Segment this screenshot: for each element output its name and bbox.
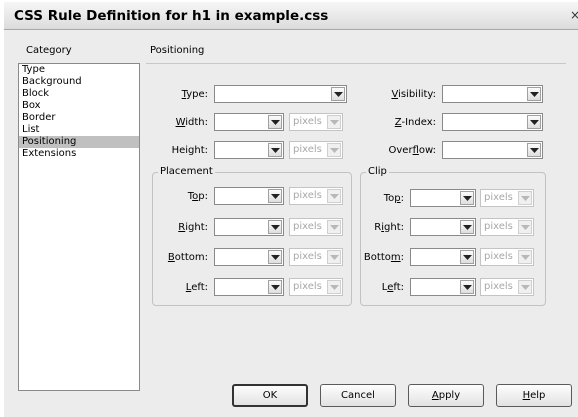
chevron-down-icon xyxy=(518,250,532,264)
placement-top-select[interactable] xyxy=(214,187,284,205)
type-select[interactable] xyxy=(214,85,347,103)
category-item-background[interactable]: Background xyxy=(19,76,139,88)
chevron-down-icon xyxy=(327,250,341,264)
placement-legend: Placement xyxy=(158,166,215,177)
chevron-down-icon[interactable] xyxy=(268,250,282,264)
close-icon[interactable]: × xyxy=(570,8,578,22)
clip-legend: Clip xyxy=(366,166,389,177)
type-label: Type: xyxy=(181,89,208,100)
category-item-box[interactable]: Box xyxy=(19,100,139,112)
chevron-down-icon[interactable] xyxy=(268,115,282,129)
clip-right-label: Right: xyxy=(374,222,404,233)
chevron-down-icon xyxy=(327,220,341,234)
width-select[interactable] xyxy=(214,113,284,131)
chevron-down-icon xyxy=(327,143,341,157)
clip-left-unit-select: pixels xyxy=(480,278,534,296)
height-label: Height: xyxy=(171,145,208,156)
category-item-list[interactable]: List xyxy=(19,124,139,136)
category-item-positioning[interactable]: Positioning xyxy=(19,136,139,148)
zindex-select[interactable] xyxy=(442,113,543,131)
category-item-border[interactable]: Border xyxy=(19,112,139,124)
chevron-down-icon[interactable] xyxy=(268,220,282,234)
overflow-label: Overflow: xyxy=(388,145,437,156)
clip-right-unit-select: pixels xyxy=(480,218,534,236)
placement-right-unit-select: pixels xyxy=(289,218,343,236)
placement-top-label: Top: xyxy=(187,191,208,202)
clip-left-label: Left: xyxy=(381,282,404,293)
clip-bottom-unit-select: pixels xyxy=(480,248,534,266)
clip-top-select[interactable] xyxy=(410,189,476,207)
clip-right-select[interactable] xyxy=(410,218,476,236)
chevron-down-icon[interactable] xyxy=(460,250,474,264)
chevron-down-icon xyxy=(327,115,341,129)
chevron-down-icon[interactable] xyxy=(268,189,282,203)
chevron-down-icon[interactable] xyxy=(527,87,541,101)
category-list[interactable]: Type Background Block Box Border List Po… xyxy=(18,63,140,391)
overflow-select[interactable] xyxy=(442,141,543,159)
placement-bottom-unit-select: pixels xyxy=(289,248,343,266)
chevron-down-icon[interactable] xyxy=(527,143,541,157)
panel-divider xyxy=(146,63,566,64)
chevron-down-icon[interactable] xyxy=(460,280,474,294)
height-unit-select: pixels xyxy=(289,141,343,159)
category-item-block[interactable]: Block xyxy=(19,88,139,100)
height-select[interactable] xyxy=(214,141,284,159)
panel-heading: Positioning xyxy=(150,45,205,56)
placement-left-unit-select: pixels xyxy=(289,278,343,296)
placement-right-label: Right: xyxy=(178,222,208,233)
clip-bottom-label: Bottom: xyxy=(363,252,404,263)
chevron-down-icon[interactable] xyxy=(268,143,282,157)
help-button[interactable]: Help xyxy=(496,384,572,407)
category-item-extensions[interactable]: Extensions xyxy=(19,148,139,160)
placement-left-label: Left: xyxy=(185,282,208,293)
width-unit-select: pixels xyxy=(289,113,343,131)
clip-bottom-select[interactable] xyxy=(410,248,476,266)
chevron-down-icon[interactable] xyxy=(268,280,282,294)
placement-left-select[interactable] xyxy=(214,278,284,296)
chevron-down-icon xyxy=(518,220,532,234)
chevron-down-icon xyxy=(327,280,341,294)
chevron-down-icon[interactable] xyxy=(460,191,474,205)
chevron-down-icon[interactable] xyxy=(460,220,474,234)
placement-top-unit-select: pixels xyxy=(289,187,343,205)
visibility-select[interactable] xyxy=(442,85,543,103)
clip-top-label: Top: xyxy=(383,193,404,204)
chevron-down-icon[interactable] xyxy=(331,87,345,101)
category-label: Category xyxy=(26,45,72,56)
placement-bottom-select[interactable] xyxy=(214,248,284,266)
ok-button[interactable]: OK xyxy=(232,384,308,407)
width-label: Width: xyxy=(175,117,208,128)
visibility-label: Visibility: xyxy=(391,89,436,100)
apply-button[interactable]: Apply xyxy=(408,384,484,407)
title-bar: CSS Rule Definition for h1 in example.cs… xyxy=(4,2,578,30)
chevron-down-icon xyxy=(518,191,532,205)
chevron-down-icon xyxy=(327,189,341,203)
clip-top-unit-select: pixels xyxy=(480,189,534,207)
zindex-label: Z-Index: xyxy=(394,117,436,128)
cancel-button[interactable]: Cancel xyxy=(320,384,396,407)
placement-right-select[interactable] xyxy=(214,218,284,236)
category-item-type[interactable]: Type xyxy=(19,64,139,76)
clip-left-select[interactable] xyxy=(410,278,476,296)
chevron-down-icon xyxy=(518,280,532,294)
chevron-down-icon[interactable] xyxy=(527,115,541,129)
window-title: CSS Rule Definition for h1 in example.cs… xyxy=(14,8,329,24)
placement-bottom-label: Bottom: xyxy=(167,252,208,263)
